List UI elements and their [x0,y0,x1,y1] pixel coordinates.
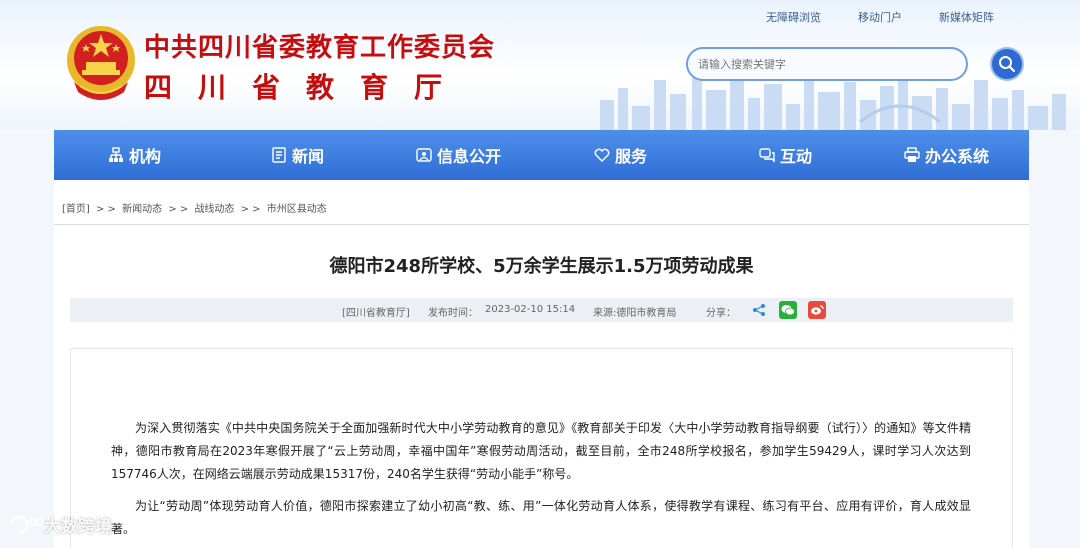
breadcrumb-item-front[interactable]: 战线动态 [194,204,234,215]
nav-label: 机构 [129,147,162,166]
breadcrumb-item-city[interactable]: 市州区县动态 [267,204,327,215]
nav-item-service[interactable]: 服务 [594,130,647,180]
new-media-link[interactable]: 新媒体矩阵 [939,9,994,25]
main-nav: 机构 新闻 信息公开 服务 互动 办公系统 [54,130,1029,180]
breadcrumb-item-news[interactable]: 新闻动态 [122,204,162,215]
breadcrumb-sep: > > [240,204,261,215]
article-paragraph: 为深入贯彻落实《中共中央国务院关于全面加强新时代大中小学劳动教育的意见》《教育部… [111,421,971,481]
national-emblem-icon [67,26,135,100]
search-input[interactable] [688,49,966,79]
site-header: 中共四川省委教育工作委员会 四川省教育厅 无障碍浏览 移动门户 新媒体矩阵 [0,0,1080,130]
search-icon [999,56,1016,73]
nav-item-info[interactable]: 信息公开 [416,130,501,180]
mobile-portal-link[interactable]: 移动门户 [858,9,902,25]
article-meta-bar: [四川省教育厅] 发布时间： 2023-02-10 15:14 来源:德阳市教育… [70,298,1013,322]
article-card: [首页] > > 新闻动态 > > 战线动态 > > 市州区县动态 德阳市248… [54,180,1029,548]
share-icon[interactable] [750,301,768,319]
nav-label: 信息公开 [437,147,502,166]
meta-source-tag: [四川省教育厅] [342,308,410,319]
breadcrumb-sep: > > [168,204,189,215]
nav-item-interaction[interactable]: 互动 [759,130,812,180]
article-body: 为深入贯彻落实《中共中央国务院关于全面加强新时代大中小学劳动教育的意见》《教育部… [70,348,1013,548]
info-icon [416,148,432,162]
nav-label: 互动 [780,147,813,166]
site-title-main[interactable]: 中共四川省委教育工作委员会 [144,27,495,64]
search-box [686,47,968,81]
news-icon [272,147,286,163]
site-title-sub[interactable]: 四川省教育厅 [144,66,468,106]
article-title: 德阳市248所学校、5万余学生展示1.5万项劳动成果 [329,256,754,277]
breadcrumb: [首页] > > 新闻动态 > > 战线动态 > > 市州区县动态 [62,200,330,215]
interaction-icon [759,148,775,163]
meta-source: 来源:德阳市教育局 [593,308,677,319]
watermark-logo-icon [9,515,44,534]
breadcrumb-home[interactable]: [首页] [62,204,90,215]
org-icon [109,147,123,162]
nav-item-news[interactable]: 新闻 [271,130,324,180]
breadcrumb-divider [54,224,1029,225]
office-icon [904,147,920,162]
nav-item-office[interactable]: 办公系统 [904,130,989,180]
watermark: 大数跨境 [8,512,112,537]
nav-label: 服务 [615,147,648,166]
watermark-text: 大数跨境 [44,517,112,537]
nav-label: 办公系统 [925,147,990,166]
nav-item-org[interactable]: 机构 [108,130,161,180]
weibo-icon[interactable] [808,301,826,319]
service-icon [594,148,610,162]
meta-share-label: 分享： [706,308,736,319]
accessibility-link[interactable]: 无障碍浏览 [766,9,821,25]
search-button[interactable] [990,47,1024,81]
nav-label: 新闻 [292,147,325,166]
meta-published-label: 发布时间： [428,308,478,319]
article-paragraph: 为让“劳动周”体现劳动育人价值，德阳市探索建立了幼小初高“教、练、用”一体化劳动… [111,499,971,536]
meta-published-time: 2023-02-10 15:14 [485,304,576,315]
wechat-icon[interactable] [779,301,797,319]
breadcrumb-sep: > > [96,204,116,215]
